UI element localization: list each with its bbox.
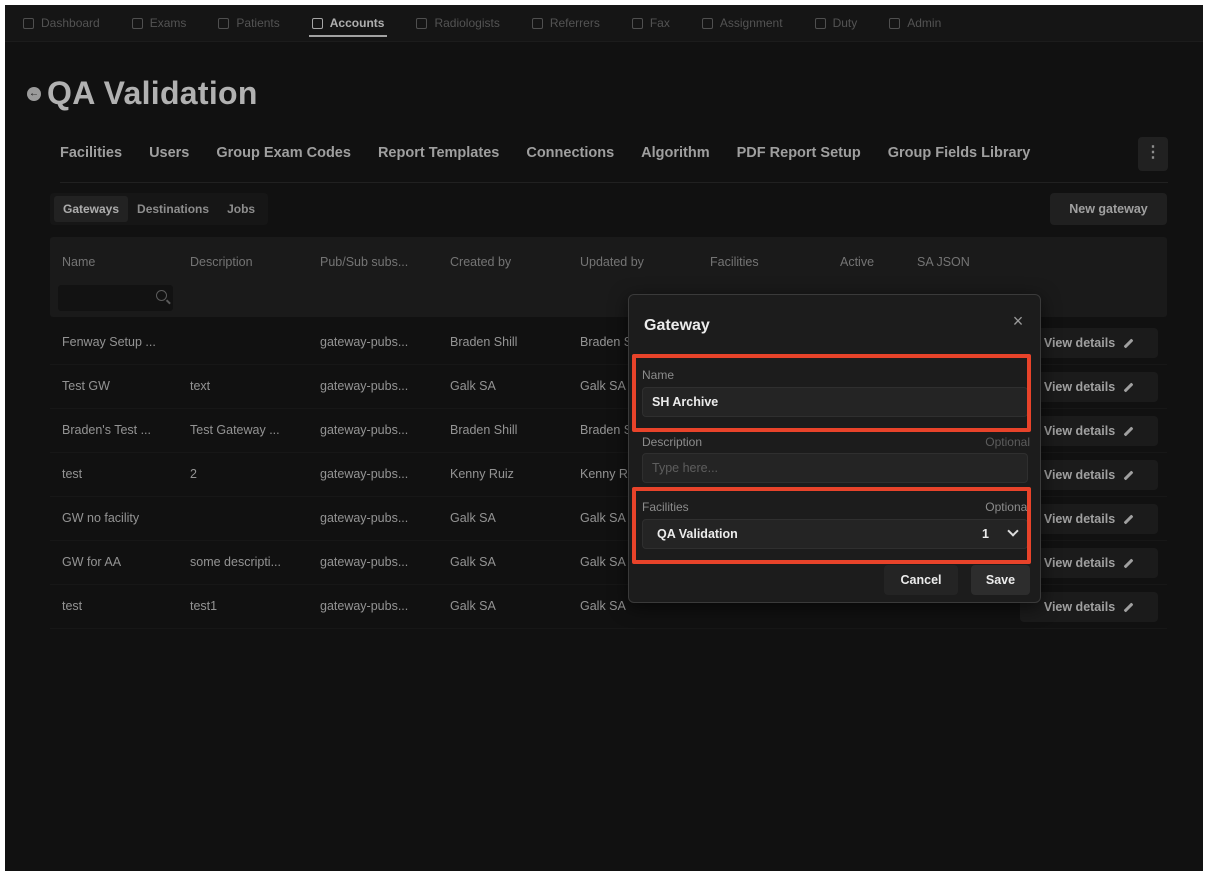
save-button[interactable]: Save xyxy=(971,565,1030,595)
description-field[interactable]: Type here... xyxy=(642,453,1028,483)
name-field-highlight xyxy=(632,354,1031,432)
description-label: Description xyxy=(642,435,703,449)
app-window: Dashboard Exams Patients Accounts Radiol… xyxy=(5,5,1203,871)
facilities-field-highlight xyxy=(632,487,1031,564)
dialog-title: Gateway xyxy=(644,317,710,334)
cancel-button[interactable]: Cancel xyxy=(884,565,958,595)
close-icon[interactable]: × xyxy=(1008,311,1028,331)
description-optional-label: Optional xyxy=(985,435,1030,449)
